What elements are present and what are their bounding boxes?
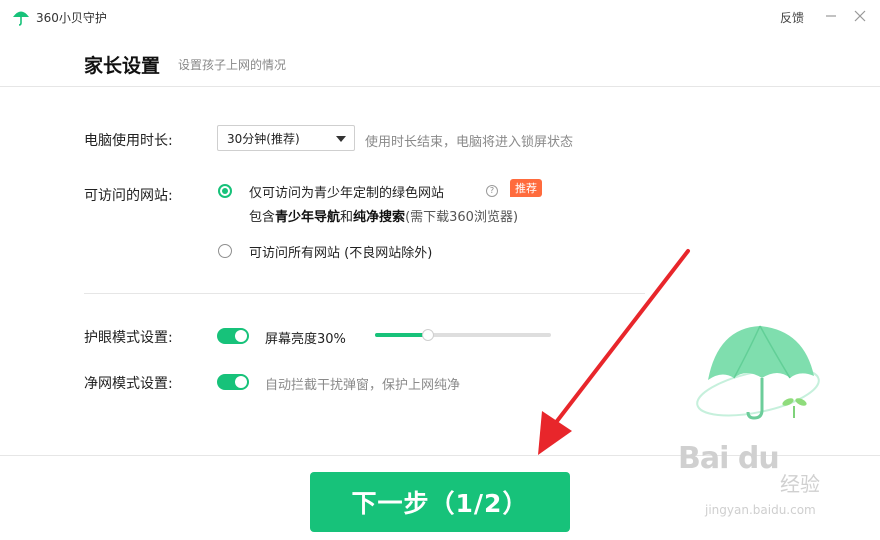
chevron-down-icon — [336, 136, 346, 142]
brightness-slider-thumb[interactable] — [421, 329, 434, 341]
eye-mode-toggle[interactable] — [217, 328, 249, 344]
baidu-watermark-url: jingyan.baidu.com — [705, 503, 816, 517]
baidu-watermark-text: 经验 — [780, 472, 820, 496]
desc-prefix: 包含 — [249, 210, 276, 225]
usage-duration-select[interactable]: 30分钟(推荐) — [217, 125, 355, 151]
green-sites-option-label[interactable]: 仅可访问为青少年定制的绿色网站 — [249, 182, 444, 201]
brightness-slider[interactable] — [375, 329, 551, 341]
usage-label: 电脑使用时长: — [84, 133, 173, 149]
header-divider — [0, 86, 880, 87]
close-icon — [854, 10, 866, 22]
feedback-link[interactable]: 反馈 — [780, 9, 804, 26]
app-title: 360小贝守护 — [36, 11, 107, 25]
close-button[interactable] — [849, 5, 871, 27]
minimize-button[interactable] — [820, 5, 842, 27]
annotation-arrow-icon — [538, 249, 690, 455]
eye-mode-label: 护眼模式设置: — [84, 330, 173, 346]
green-sites-description: 包含青少年导航和纯净搜索(需下载360浏览器) — [249, 206, 518, 225]
title-bar: 360小贝守护 反馈 — [0, 0, 880, 34]
brightness-label: 屏幕亮度30% — [265, 332, 346, 347]
all-sites-option-label[interactable]: 可访问所有网站 (不良网站除外) — [249, 242, 432, 261]
clean-mode-toggle[interactable] — [217, 374, 249, 390]
usage-duration-value: 30分钟(推荐) — [227, 132, 300, 146]
brightness-slider-fill — [375, 333, 428, 337]
page-title: 家长设置 — [84, 55, 161, 77]
baidu-watermark-logo: Bai du — [678, 441, 780, 476]
page-subtitle: 设置孩子上网的情况 — [178, 58, 287, 72]
desc-mid: 和 — [340, 210, 354, 225]
pure-search-text: 纯净搜索 — [353, 210, 406, 225]
recommended-badge: 推荐 — [510, 179, 542, 197]
umbrella-illustration-icon — [696, 325, 820, 420]
teen-navigation-text: 青少年导航 — [275, 210, 341, 225]
clean-mode-description: 自动拦截干扰弹窗，保护上网纯净 — [265, 378, 461, 393]
next-step-button[interactable]: 下一步（1/2） — [310, 472, 570, 532]
desc-suffix: (需下载360浏览器) — [405, 210, 519, 225]
green-sites-radio[interactable] — [218, 184, 232, 198]
usage-hint: 使用时长结束，电脑将进入锁屏状态 — [365, 135, 574, 150]
all-sites-radio[interactable] — [218, 244, 232, 258]
sites-label: 可访问的网站: — [84, 188, 173, 204]
umbrella-logo-icon — [13, 11, 29, 26]
clean-mode-label: 净网模式设置: — [84, 376, 173, 392]
help-icon[interactable]: ? — [486, 185, 498, 197]
minimize-icon — [826, 15, 836, 17]
